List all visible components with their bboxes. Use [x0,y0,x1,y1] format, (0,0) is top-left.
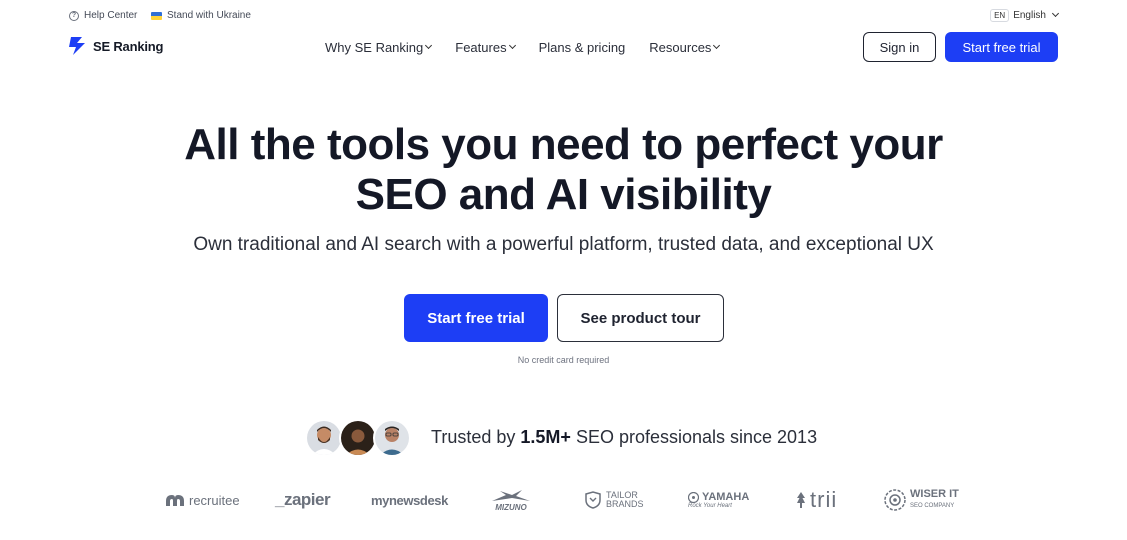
chevron-down-icon [713,41,721,50]
nav-item-label: Resources [649,40,712,55]
zapier-logo: _zapier [275,483,331,517]
recruitee-icon [166,495,184,506]
mizuno-runbird-icon [492,489,530,501]
start-free-trial-button[interactable]: Start free trial [404,294,548,342]
nav-item-label: Plans & pricing [538,40,626,55]
tailor-brands-icon [585,491,601,509]
se-ranking-logo-icon [69,37,85,55]
mynewsdesk-logo: mynewsdesk [371,483,448,517]
mynewsdesk-wordmark: mynewsdesk [371,492,448,508]
help-center-link[interactable]: ? Help Center [69,10,137,21]
yamaha-tagline: Rock Your Heart [688,503,732,509]
tailor-line2: BRANDS [606,499,644,509]
nav-item-label: Why SE Ranking [325,40,424,55]
ukraine-flag-icon [151,11,162,20]
wiser-line2: SEO COMPANY [910,503,955,509]
sign-in-button[interactable]: Sign in [863,32,936,62]
hero-title: All the tools you need to perfect your S… [0,120,1127,220]
trust-prefix: Trusted by [431,427,516,447]
nav-item-features[interactable]: Features [455,40,516,55]
tailor-brands-logo: TAILOR BRANDS [584,483,644,517]
utility-bar: ? Help Center Stand with Ukraine EN Engl… [0,0,1127,30]
trii-wordmark: trii [810,487,838,512]
client-logos: recruitee _zapier mynewsdesk MIZUNO TAIL… [0,483,1127,517]
hero-subtitle: Own traditional and AI search with a pow… [193,234,934,255]
wiser-line1: WISER IT [910,488,959,500]
brand-logo[interactable]: SE Ranking [68,34,163,58]
yamaha-wordmark: YAMAHA [702,491,750,503]
chevron-down-icon [508,41,516,50]
see-product-tour-button[interactable]: See product tour [557,294,724,342]
language-code: EN [990,9,1010,22]
chevron-down-icon [425,41,433,50]
zapier-wordmark: _zapier [275,490,331,509]
nav-menu: Why SE Ranking Features Plans & pricing … [325,40,743,55]
language-selector[interactable]: EN English [990,9,1060,22]
nav-item-resources[interactable]: Resources [649,40,721,55]
tailor-brands-wordmark: TAILOR BRANDS [606,491,644,509]
avatar [373,419,411,457]
wiser-it-logo: WISER IT SEO COMPANY [884,483,959,517]
hero-title-line1: All the tools you need to perfect your [184,120,943,169]
help-icon: ? [69,10,79,21]
yamaha-mark: YAMAHA [688,491,749,503]
yamaha-tuning-fork-icon [688,491,699,503]
trii-tree-icon [797,492,805,508]
user-avatars [305,419,411,457]
hero-title-line2: SEO and AI visibility [355,170,772,219]
wiser-it-emblem-icon [884,489,906,511]
recruitee-wordmark: recruitee [189,492,240,508]
nav-item-plans-pricing[interactable]: Plans & pricing [539,40,626,55]
stand-with-ukraine-link[interactable]: Stand with Ukraine [151,10,251,21]
language-name: English [1013,10,1046,21]
trust-suffix: SEO professionals since 2013 [575,427,818,447]
trii-logo: trii [796,483,837,517]
help-center-label: Help Center [84,10,138,21]
brand-name: SE Ranking [93,38,164,54]
avatar [305,419,343,457]
stand-with-ukraine-label: Stand with Ukraine [167,10,251,21]
avatar [339,419,377,457]
nav-item-label: Features [455,40,507,55]
mizuno-wordmark: MIZUNO [495,502,527,512]
hero-cta-group: Start free trial See product tour [404,294,724,342]
trust-statement: Trusted by 1.5M+ SEO professionals since… [431,427,817,448]
wiser-it-wordmark: WISER IT SEO COMPANY [910,489,959,511]
start-free-trial-nav-button[interactable]: Start free trial [945,32,1058,62]
trust-count: 1.5M+ [520,427,571,447]
yamaha-logo: YAMAHA Rock Your Heart [688,483,749,517]
recruitee-logo: recruitee [165,483,240,517]
mizuno-logo: MIZUNO [490,483,532,517]
no-credit-card-note: No credit card required [517,355,610,365]
main-nav: SE Ranking Why SE Ranking Features Plans… [0,30,1127,64]
chevron-down-icon [1051,9,1060,18]
nav-item-why-se-ranking[interactable]: Why SE Ranking [325,40,433,55]
